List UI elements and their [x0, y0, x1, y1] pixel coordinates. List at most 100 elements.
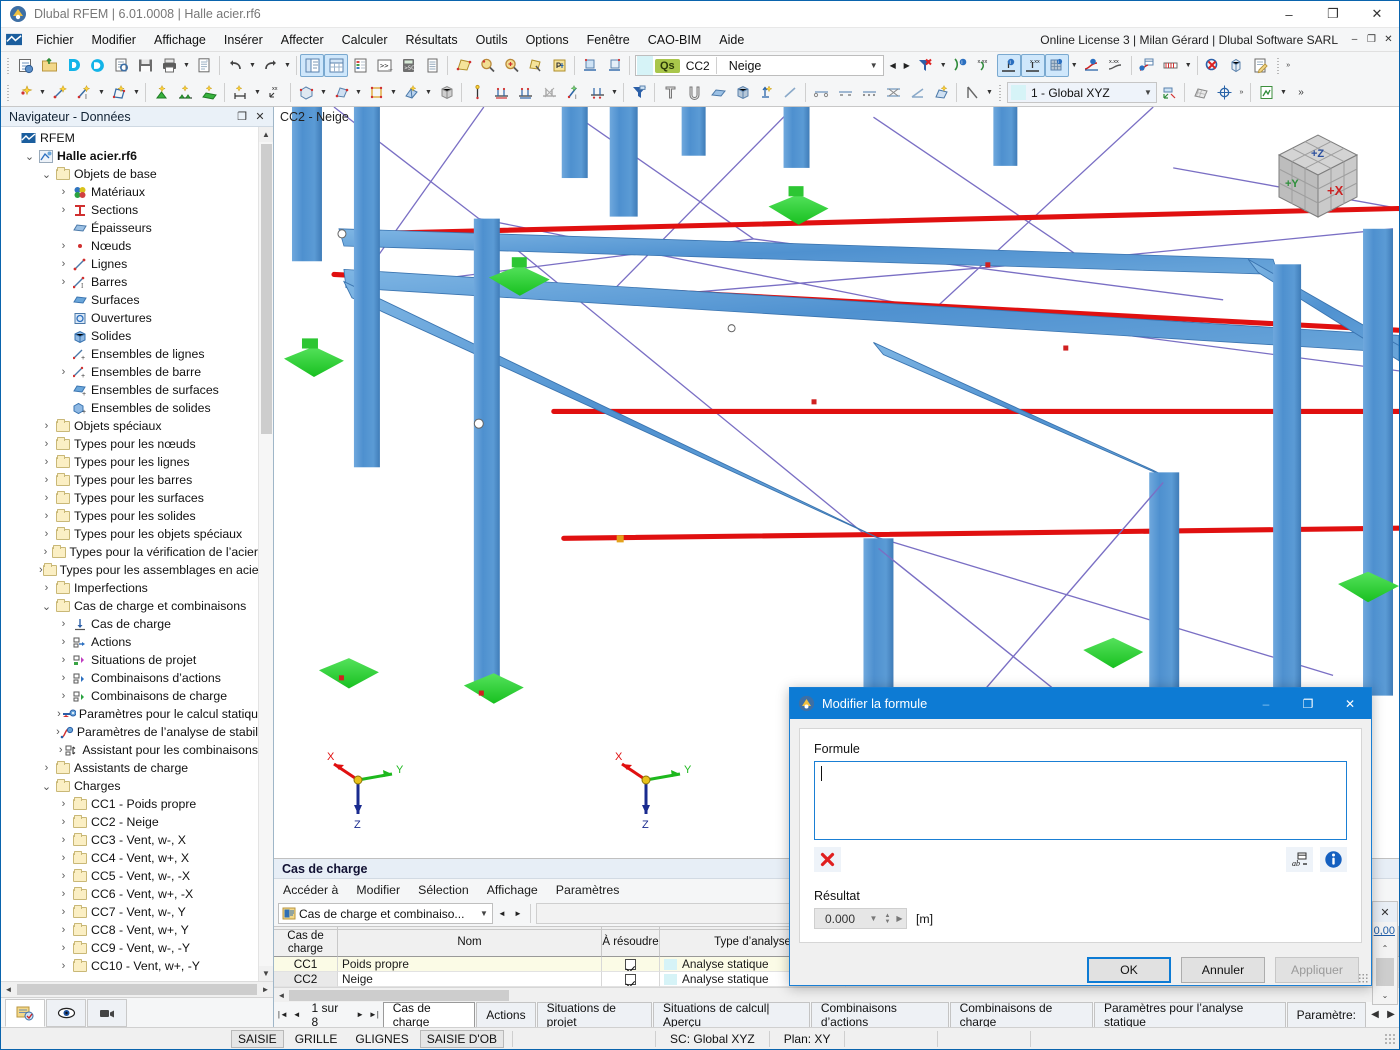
delete-results-dropdown-icon[interactable]: ▼ [938, 54, 949, 77]
open-surface-dropdown-icon[interactable]: ▼ [423, 81, 434, 104]
to-solve-checkbox[interactable] [625, 958, 636, 970]
table-colors-icon[interactable] [348, 54, 372, 77]
menu-resultats[interactable]: Résultats [397, 30, 467, 50]
apply-button[interactable]: Appliquer [1275, 957, 1359, 983]
table-menu-parametres[interactable]: Paramètres [547, 881, 629, 899]
undo-dropdown-icon[interactable]: ▼ [247, 54, 258, 77]
formula-info-button[interactable] [1320, 847, 1347, 872]
cell-load-case-name[interactable]: Poids propre [338, 957, 602, 972]
support-type-1-icon[interactable] [809, 81, 833, 104]
view-mode-2-icon[interactable] [602, 54, 626, 77]
insert-parameter-button[interactable]: ab [1286, 847, 1313, 872]
menu-inserer[interactable]: Insérer [215, 30, 272, 50]
print-dropdown-icon[interactable]: ▼ [181, 54, 192, 77]
close-window-button[interactable]: ✕ [1355, 1, 1399, 28]
tree-expand-icon[interactable]: › [39, 582, 54, 594]
navigator-tab-display[interactable] [46, 999, 86, 1027]
coordinate-system-edit-icon[interactable] [1157, 81, 1181, 104]
surface-plate-icon[interactable] [706, 81, 730, 104]
tree-item[interactable]: + Ensembles de lignes [5, 345, 258, 363]
tab-cas-de-charge[interactable]: Cas de charge [382, 1001, 476, 1029]
view-angle-dropdown-icon[interactable]: ▼ [984, 81, 995, 104]
result-chart-icon[interactable] [1254, 81, 1278, 104]
tree-expand-icon[interactable]: › [56, 798, 71, 810]
save-icon[interactable] [133, 54, 157, 77]
right-panel-close-icon[interactable]: ✕ [1373, 902, 1397, 922]
pager-prev-button[interactable]: ◄ [290, 1010, 304, 1019]
support-type-2-icon[interactable] [833, 81, 857, 104]
member-support-2-icon[interactable] [513, 81, 537, 104]
tree-expand-icon[interactable]: › [56, 924, 71, 936]
tree-item[interactable]: › Combinaisons de charge [5, 687, 258, 705]
pager-next-button[interactable]: ► [353, 1010, 367, 1019]
col-header-name[interactable]: Nom [338, 929, 602, 957]
tree-expand-icon[interactable]: › [39, 474, 54, 486]
numeric-loads-icon[interactable]: x.xx [973, 54, 997, 77]
menu-options[interactable]: Options [517, 30, 578, 50]
tree-item[interactable]: › Paramètres de l’analyse de stabil [5, 723, 258, 741]
coordinate-system-selector[interactable]: 1 - Global XYZ ▼ [1007, 82, 1157, 103]
status-grille-button[interactable]: GRILLE [288, 1030, 345, 1048]
tree-item[interactable]: + Ensembles de surfaces [5, 381, 258, 399]
tree-item[interactable]: › Types pour les lignes [5, 453, 258, 471]
edit-model-icon[interactable] [1249, 54, 1273, 77]
right-panel-scroll-thumb[interactable] [1376, 958, 1394, 986]
tree-collapse-icon[interactable]: ⌄ [39, 600, 54, 613]
render-model-icon[interactable]: i [1044, 54, 1069, 77]
result-tables-icon[interactable] [1135, 54, 1159, 77]
cell-load-case-name[interactable]: Neige [338, 972, 602, 987]
menu-outils[interactable]: Outils [467, 30, 517, 50]
mdi-minimize-button[interactable]: – [1346, 31, 1363, 49]
toolbar-overflow-icon[interactable]: » [1283, 54, 1294, 77]
result-values-dropdown-icon[interactable]: ▼ [1183, 54, 1194, 77]
tree-item[interactable]: Épaisseurs [5, 219, 258, 237]
angle-tool-icon[interactable] [905, 81, 929, 104]
navigator-horizontal-scrollbar[interactable]: ◄ ► [1, 981, 273, 997]
tab-scroll-left-icon[interactable]: ◀ [1367, 1009, 1383, 1020]
section-shape-icon[interactable] [658, 81, 682, 104]
show-loads-icon[interactable]: i [949, 54, 973, 77]
new-line-icon[interactable] [48, 81, 72, 104]
toolbar2-grip-2[interactable] [997, 82, 1003, 103]
member-support-1-icon[interactable] [489, 81, 513, 104]
grid-scroll-left-icon[interactable]: ◄ [274, 987, 289, 1002]
tree-expand-icon[interactable]: › [56, 276, 71, 288]
tree-expand-icon[interactable]: › [56, 744, 65, 756]
select-plane-icon[interactable] [451, 54, 475, 77]
sc-calculator-icon[interactable]: >SC [396, 54, 420, 77]
menu-calculer[interactable]: Calculer [333, 30, 397, 50]
tree-item[interactable]: › I Barres [5, 273, 258, 291]
frame-object-icon[interactable] [364, 81, 388, 104]
new-surface-dropdown-icon[interactable]: ▼ [131, 81, 142, 104]
menu-fenetre[interactable]: Fenêtre [578, 30, 639, 50]
tree-expand-icon[interactable]: › [56, 906, 71, 918]
formula-input[interactable] [814, 761, 1347, 840]
dlubal-center-icon[interactable] [61, 54, 85, 77]
table-next-button[interactable]: ► [511, 903, 525, 925]
ok-button[interactable]: OK [1087, 957, 1171, 983]
tree-item[interactable]: › Combinaisons d’actions [5, 669, 258, 687]
mesh-tool-icon[interactable] [929, 81, 953, 104]
grid-overflow-icon[interactable]: » [1236, 81, 1247, 104]
table-menu-selection[interactable]: Sélection [409, 881, 478, 899]
tree-expand-icon[interactable]: › [39, 528, 54, 540]
load-case-prev-button[interactable]: ◀ [886, 55, 900, 77]
col-header-load-case[interactable]: Cas de charge [274, 929, 338, 957]
dialog-resize-grip[interactable] [1358, 973, 1368, 983]
tree-expand-icon[interactable]: › [39, 546, 52, 558]
tab-parametres-analyse-statique[interactable]: Paramètres pour l’analyse statique [1093, 1001, 1286, 1029]
tree-expand-icon[interactable]: › [56, 258, 71, 270]
resize-grip[interactable] [1384, 1032, 1396, 1045]
tree-expand-icon[interactable]: › [39, 510, 54, 522]
tree-expand-icon[interactable]: › [39, 420, 54, 432]
maximize-window-button[interactable]: ❐ [1311, 1, 1355, 28]
tree-expand-icon[interactable]: › [56, 618, 71, 630]
menu-fichier[interactable]: Fichier [27, 30, 83, 50]
dialog-minimize-button[interactable]: – [1245, 688, 1287, 719]
grid-scroll-thumb[interactable] [289, 989, 509, 1001]
tree-item[interactable]: › Lignes [5, 255, 258, 273]
tree-item[interactable]: ⌄ Halle acier.rf6 [5, 147, 258, 165]
tree-expand-icon[interactable]: › [39, 438, 54, 450]
tree-item[interactable]: › Types pour les nœuds [5, 435, 258, 453]
result-spinner[interactable]: ▲ ▼ [882, 913, 893, 925]
